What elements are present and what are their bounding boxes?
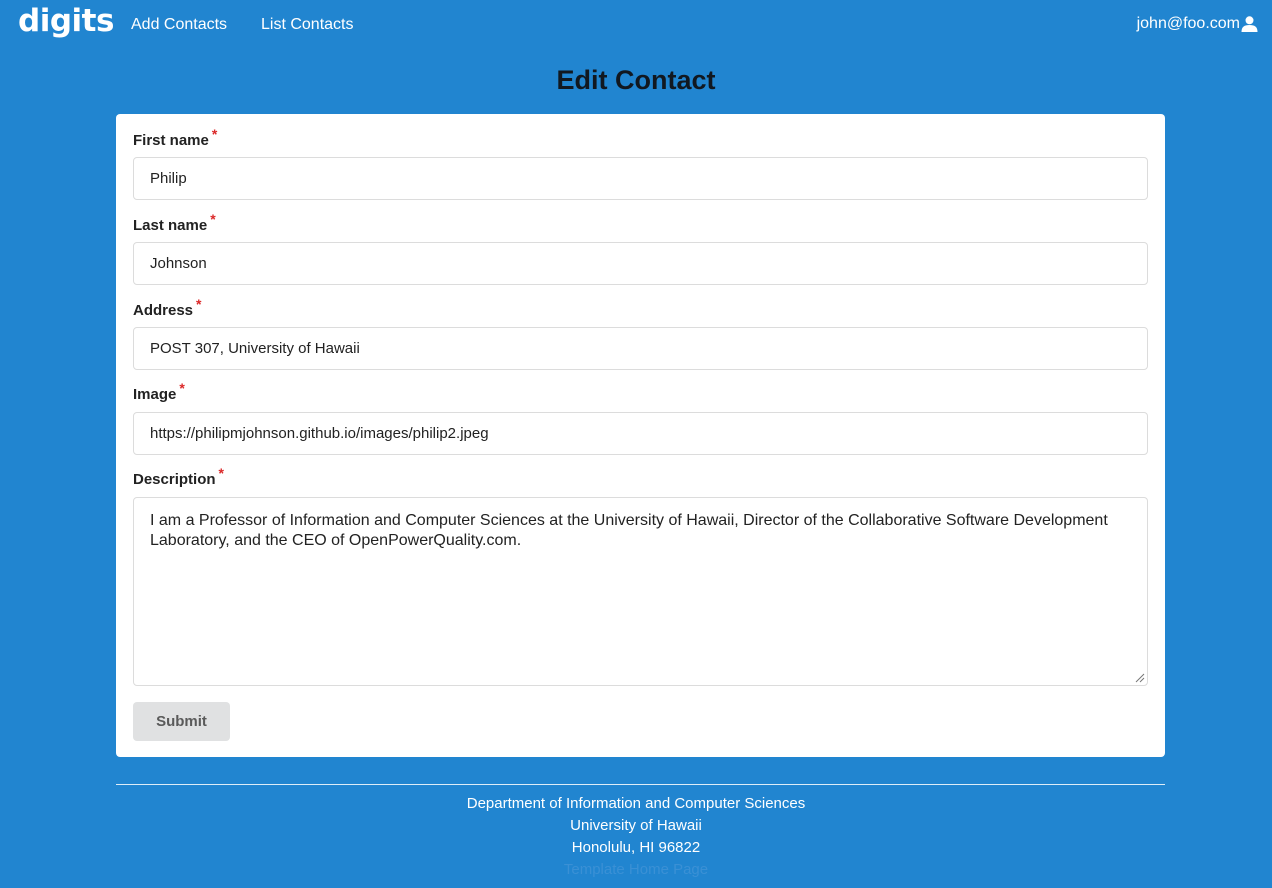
required-marker: * — [196, 296, 202, 312]
required-marker: * — [179, 380, 185, 396]
last-name-input[interactable]: Johnson — [133, 242, 1148, 285]
address-input[interactable]: POST 307, University of Hawaii — [133, 327, 1148, 370]
description-text: I am a Professor of Information and Comp… — [150, 512, 1108, 549]
footer-template-link[interactable]: Template Home Page — [0, 861, 1272, 878]
last-name-label: Last name * — [133, 211, 216, 234]
page-title: Edit Contact — [556, 65, 716, 95]
resize-grip-icon[interactable] — [1135, 673, 1145, 683]
required-marker: * — [210, 211, 216, 227]
brand-logo[interactable]: digits — [18, 3, 114, 39]
top-menu: digits Add Contacts List Contacts john@f… — [0, 0, 1272, 50]
required-marker: * — [218, 465, 224, 481]
required-marker: * — [211, 126, 218, 142]
submit-button[interactable]: Submit — [133, 702, 230, 741]
user-dropdown[interactable]: john@foo.com — [1137, 15, 1258, 33]
edit-contact-form: First name * Philip Last name * Johnson Ad… — [116, 114, 1165, 757]
address-label: Address * — [133, 296, 202, 319]
image-label: Image * — [133, 380, 185, 403]
footer-university: University of Hawaii — [570, 817, 702, 834]
footer-city: Honolulu, HI 96822 — [571, 839, 701, 856]
first-name-input[interactable]: Philip — [133, 157, 1148, 200]
first-name-label: First name * — [133, 126, 218, 149]
description-label: Description * — [133, 465, 224, 488]
nav-add-contacts[interactable]: Add Contacts — [131, 16, 227, 34]
footer-department: Department of Information and Computer S… — [466, 795, 806, 812]
user-email: john@foo.com — [1136, 15, 1240, 32]
image-input[interactable]: https://philipmjohnson.github.io/images/… — [133, 412, 1148, 455]
nav-list-contacts[interactable]: List Contacts — [261, 16, 353, 34]
description-textarea[interactable]: I am a Professor of Information and Comp… — [133, 497, 1148, 686]
footer-divider — [116, 784, 1165, 785]
user-icon — [1241, 16, 1258, 32]
